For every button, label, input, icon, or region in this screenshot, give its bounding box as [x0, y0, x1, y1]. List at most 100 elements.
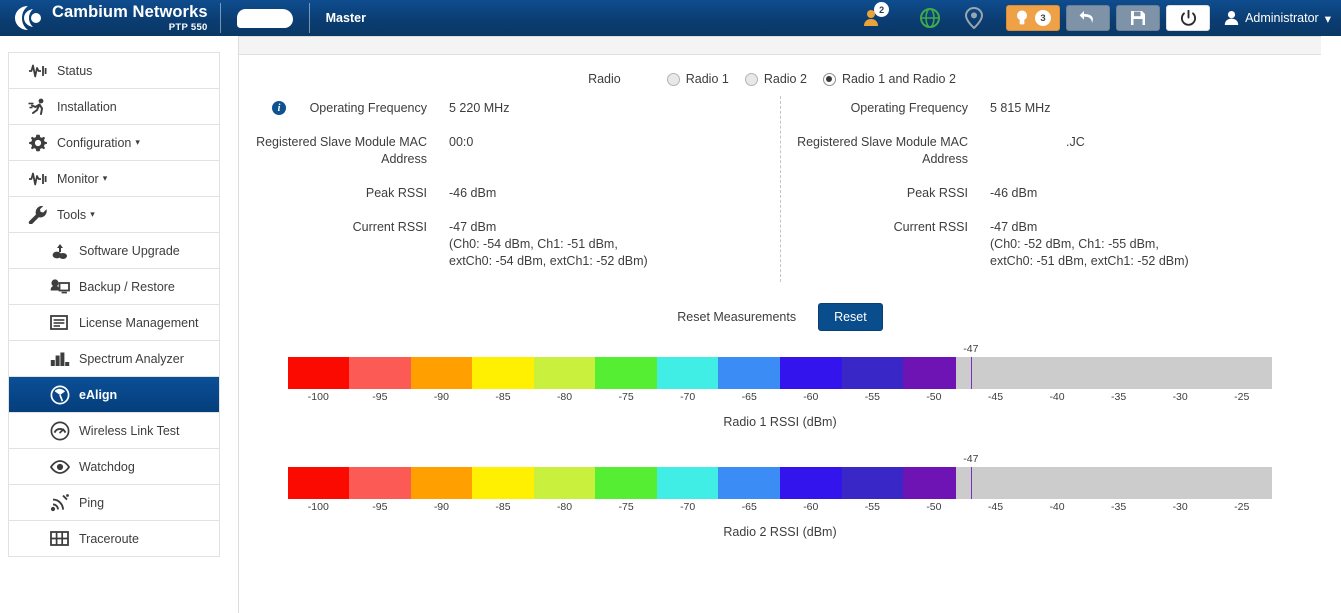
rssi-gauge-axis: -100-95-90-85-80-75-70-65-60-55-50-45-40… [288, 499, 1273, 515]
sidebar-item-status[interactable]: Status [9, 53, 219, 89]
radio2-current-rssi-row: Current RSSI -47 dBm (Ch0: -52 dBm, Ch1:… [792, 219, 1309, 270]
axis-tick-label: -30 [1173, 391, 1188, 403]
radio1-mac-row: Registered Slave Module MAC Address 00:0 [251, 134, 768, 168]
user-menu[interactable]: Administrator ▾ [1224, 10, 1331, 26]
save-disk-icon [1130, 10, 1146, 26]
sidebar-item-label: Configuration [57, 136, 131, 150]
backup-icon [49, 277, 71, 297]
radio-option-radio1-label: Radio 1 [686, 72, 729, 86]
radio-option-radio1[interactable]: Radio 1 [667, 72, 729, 86]
radio1-current-rssi-value-wrap: -47 dBm (Ch0: -54 dBm, Ch1: -51 dBm, ext… [449, 219, 648, 270]
sidebar-item-ping[interactable]: Ping [9, 485, 219, 521]
axis-tick-label: -35 [1111, 391, 1126, 403]
sidebar-item-label: Backup / Restore [79, 280, 175, 294]
radio2-peak-rssi-label: Peak RSSI [792, 185, 990, 202]
chevron-down-icon: ▾ [90, 209, 95, 220]
rssi-gauge-segment [842, 357, 904, 389]
rssi-gauge-bar [288, 467, 1273, 499]
sidebar-item-monitor[interactable]: Monitor ▾ [9, 161, 219, 197]
axis-tick-label: -70 [680, 391, 695, 403]
sidebar-item-wireless-link-test[interactable]: Wireless Link Test [9, 413, 219, 449]
bar-chart-icon [49, 349, 71, 369]
undo-icon [1079, 10, 1097, 26]
lightbulb-icon [1015, 9, 1029, 27]
axis-tick-label: -25 [1234, 391, 1249, 403]
rssi-gauge-segment [780, 357, 842, 389]
globe-button[interactable] [910, 0, 950, 36]
radio-selector-label: Radio [588, 72, 621, 86]
rssi-gauge-segment [472, 467, 534, 499]
column-divider [780, 96, 781, 282]
axis-tick-label: -60 [803, 501, 818, 513]
radio-button-radio2[interactable] [745, 73, 758, 86]
radio2-operating-frequency-value: 5 815 MHz [990, 100, 1050, 117]
axis-tick-label: -50 [926, 391, 941, 403]
axis-tick-label: -90 [434, 501, 449, 513]
sidebar-item-backup-restore[interactable]: Backup / Restore [9, 269, 219, 305]
save-button[interactable] [1116, 5, 1160, 31]
radio-button-both[interactable] [823, 73, 836, 86]
traceroute-icon [49, 529, 71, 549]
radio2-current-rssi-value: -47 dBm [990, 219, 1189, 236]
sidebar-item-label: Status [57, 64, 92, 78]
reset-button[interactable]: Reset [818, 303, 883, 331]
rssi-gauge-segment [956, 467, 1272, 499]
radio2-mac-row: Registered Slave Module MAC Address .JC [792, 134, 1309, 168]
sidebar-item-configuration[interactable]: Configuration ▾ [9, 125, 219, 161]
rssi-gauge-title: Radio 1 RSSI (dBm) [288, 415, 1273, 429]
sidebar-item-license-management[interactable]: License Management [9, 305, 219, 341]
undo-button[interactable] [1066, 5, 1110, 31]
sidebar-item-traceroute[interactable]: Traceroute [9, 521, 219, 557]
radio-option-both[interactable]: Radio 1 and Radio 2 [823, 72, 956, 86]
notifications-button[interactable]: 3 [1006, 5, 1060, 31]
user-menu-label: Administrator [1245, 11, 1319, 25]
device-role-label: Master [310, 11, 382, 25]
rssi-gauge-segment [349, 357, 411, 389]
alerts-button[interactable]: 2 [852, 0, 892, 36]
sidebar-item-label: Spectrum Analyzer [79, 352, 184, 366]
sidebar-item-label: Wireless Link Test [79, 424, 180, 438]
info-icon[interactable]: i [272, 101, 286, 115]
sidebar-item-label: License Management [79, 316, 199, 330]
rssi-gauge-segment [288, 467, 350, 499]
radio-selector-row: Radio Radio 1 Radio 2 Radio 1 and Radio … [239, 72, 1321, 86]
sidebar-item-watchdog[interactable]: Watchdog [9, 449, 219, 485]
sidebar-item-ealign[interactable]: eAlign [9, 377, 219, 413]
radio-button-radio1[interactable] [667, 73, 680, 86]
location-button[interactable] [954, 0, 994, 36]
pulse-icon [27, 169, 49, 189]
sidebar-item-software-upgrade[interactable]: Software Upgrade [9, 233, 219, 269]
sidebar-item-label: Software Upgrade [79, 244, 180, 258]
page-header-clipped [239, 37, 1321, 55]
antenna-dish-icon [49, 385, 71, 405]
radio-option-radio2[interactable]: Radio 2 [745, 72, 807, 86]
sidebar-item-label: Monitor [57, 172, 99, 186]
gear-icon [27, 133, 49, 153]
brand-logo-block: Cambium Networks PTP 550 [0, 0, 220, 36]
radio1-current-rssi-detail1: (Ch0: -54 dBm, Ch1: -51 dBm, [449, 236, 648, 253]
rssi-gauge-title: Radio 2 RSSI (dBm) [288, 525, 1273, 539]
chevron-down-icon: ▾ [103, 173, 108, 184]
axis-tick-label: -95 [372, 501, 387, 513]
rssi-current-marker [971, 467, 972, 499]
power-button[interactable] [1166, 5, 1210, 31]
axis-tick-label: -85 [495, 501, 510, 513]
rssi-gauge-segment [903, 467, 956, 499]
radio2-peak-rssi-value: -46 dBm [990, 185, 1037, 202]
chevron-down-icon: ▾ [135, 137, 140, 148]
sidebar-item-tools[interactable]: Tools▾ [9, 197, 219, 233]
axis-tick-label: -35 [1111, 501, 1126, 513]
sidebar-item-installation[interactable]: Installation [9, 89, 219, 125]
wrench-icon [27, 205, 49, 225]
radio2-details: Operating Frequency 5 815 MHz Registered… [780, 100, 1321, 287]
radio2-peak-rssi-row: Peak RSSI -46 dBm [792, 185, 1309, 202]
sidebar-item-label: Installation [57, 100, 117, 114]
axis-tick-label: -80 [557, 391, 572, 403]
reset-measurements-row: Reset Measurements Reset [239, 303, 1321, 331]
map-pin-icon [964, 7, 984, 29]
upload-cloud-icon [49, 241, 71, 261]
radio1-current-rssi-detail2: extCh0: -54 dBm, extCh1: -52 dBm) [449, 253, 648, 270]
rssi-gauge-segment [534, 357, 596, 389]
sidebar-item-spectrum-analyzer[interactable]: Spectrum Analyzer [9, 341, 219, 377]
axis-tick-label: -80 [557, 501, 572, 513]
